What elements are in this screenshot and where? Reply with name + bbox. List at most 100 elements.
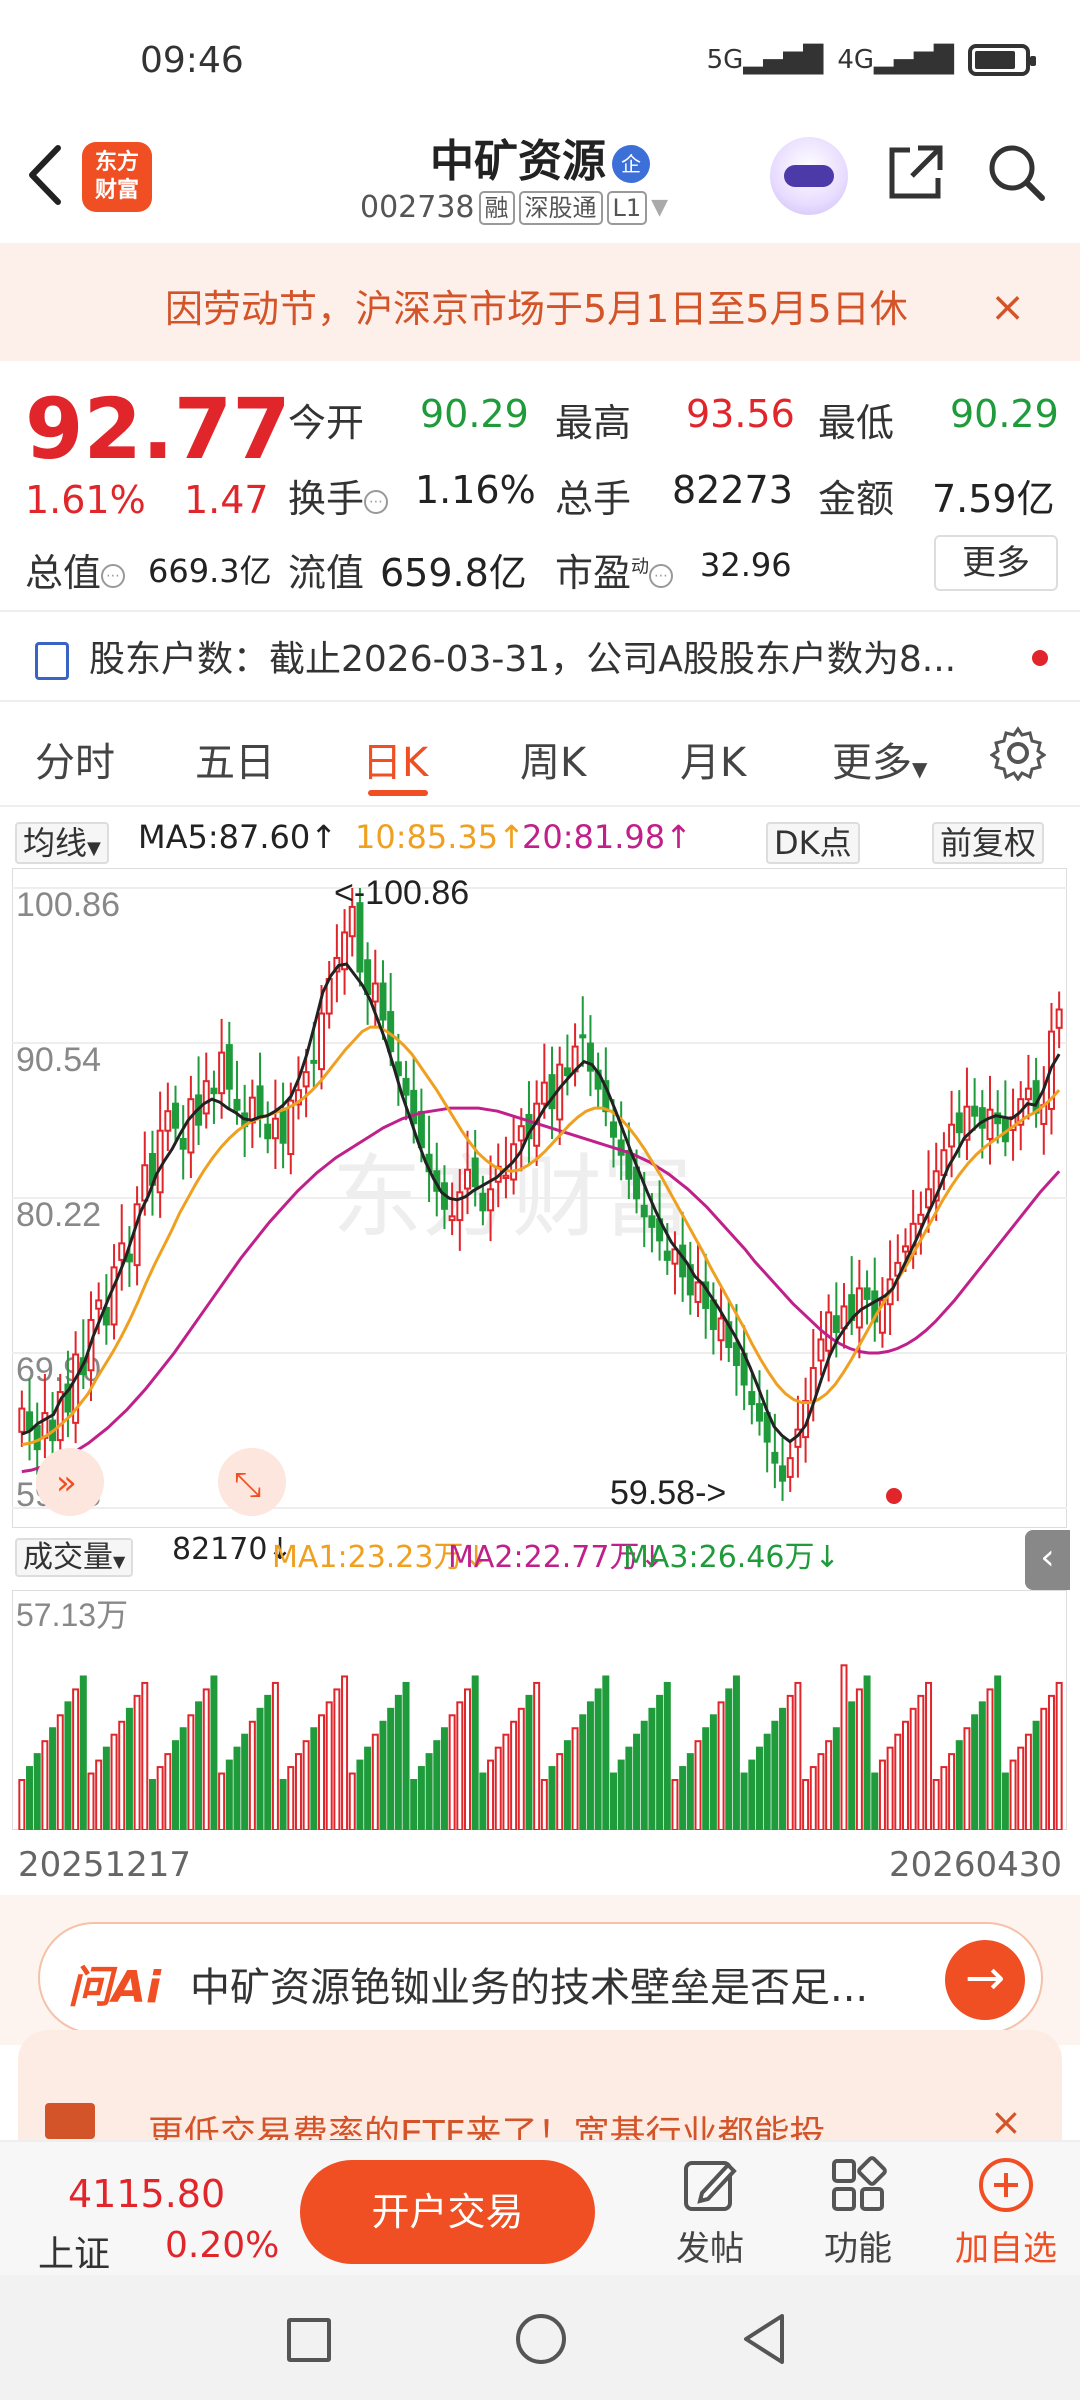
tab-daily-k[interactable]: 日K <box>362 730 428 788</box>
volume-bar <box>133 1694 141 1830</box>
volume-bar <box>878 1759 886 1830</box>
volume-chart[interactable]: 57.13万 <box>12 1590 1067 1830</box>
tab-intraday[interactable]: 分时 <box>35 730 115 788</box>
volume-bar <box>356 1759 364 1830</box>
candle-body <box>548 1074 556 1110</box>
add-watchlist-button[interactable]: 加自选 <box>951 2155 1061 2270</box>
low-value: 90.29 <box>950 392 1059 436</box>
open-account-button[interactable]: 开户交易 <box>300 2160 595 2264</box>
index-percent[interactable]: 0.20% <box>165 2225 279 2266</box>
change-amount: 1.47 <box>184 478 269 522</box>
back-arrow-icon[interactable] <box>22 140 72 210</box>
dk-point-button[interactable]: DK点 <box>766 818 860 864</box>
home-icon[interactable] <box>516 2314 566 2364</box>
index-name[interactable]: 上证 <box>38 2225 110 2277</box>
index-value[interactable]: 4115.80 <box>68 2172 225 2216</box>
volume-bar <box>125 1707 133 1830</box>
volume-bar <box>901 1720 909 1830</box>
pe-label: 市盈动 ⋯ <box>555 542 674 597</box>
candle-body <box>464 1168 472 1190</box>
candle-body <box>202 1080 210 1115</box>
app-logo[interactable]: 东方 财富 <box>82 142 152 212</box>
volume-bar <box>179 1727 187 1830</box>
candle-body <box>625 1149 633 1180</box>
close-icon[interactable]: × <box>990 2100 1022 2144</box>
volume-label: 总手 <box>555 477 632 521</box>
candle-body <box>18 1407 26 1433</box>
gear-icon[interactable] <box>990 725 1046 781</box>
candle-body <box>26 1411 34 1431</box>
volume-bar <box>1017 1746 1025 1830</box>
volume-bar <box>971 1714 979 1830</box>
candle-body <box>1024 1087 1032 1101</box>
ai-question-text: 中矿资源铯铷业务的技术壁垒是否足... <box>190 1965 869 2011</box>
tab-weekly-k[interactable]: 周K <box>520 730 586 788</box>
plus-circle-icon <box>979 2158 1033 2212</box>
volume-bar <box>694 1740 702 1830</box>
tab-five-day[interactable]: 五日 <box>195 730 275 788</box>
candle-body <box>579 1034 587 1039</box>
candle-body <box>732 1342 740 1367</box>
ma-selector[interactable]: 均线▼ <box>15 818 109 864</box>
ai-robot-icon[interactable] <box>770 137 848 215</box>
volume-bar <box>33 1753 41 1830</box>
tab-monthly-k[interactable]: 月K <box>680 730 746 788</box>
candle-body <box>156 1129 164 1194</box>
candle-body <box>694 1281 702 1303</box>
candle-body <box>986 1108 994 1140</box>
volume-bar <box>540 1779 548 1830</box>
candle-body <box>817 1338 825 1362</box>
volume-bar <box>256 1707 264 1830</box>
document-icon <box>35 642 69 680</box>
volume-bar <box>917 1694 925 1830</box>
volume-bar <box>87 1772 95 1830</box>
tab-more[interactable]: 更多▼ <box>832 730 927 788</box>
share-icon[interactable] <box>884 140 948 204</box>
volume-bar <box>49 1727 57 1830</box>
function-button[interactable]: 功能 <box>803 2155 913 2270</box>
shareholder-news[interactable]: 股东户数：截止2026-03-31，公司A股股东户数为8... <box>35 630 1015 682</box>
volume-bar <box>118 1720 126 1830</box>
volume-bar <box>533 1681 541 1830</box>
volume-bar <box>325 1701 333 1830</box>
volume-bar <box>994 1675 1002 1830</box>
candle-body <box>832 1315 840 1333</box>
last-price: 92.77 <box>25 380 291 478</box>
volume-bar <box>510 1720 518 1830</box>
volume-bar <box>333 1688 341 1830</box>
volume-bar <box>886 1746 894 1830</box>
candle-body <box>371 982 379 1003</box>
volume-bar <box>241 1733 249 1830</box>
volume-bar <box>894 1733 902 1830</box>
open-label: 今开 <box>288 401 365 445</box>
stock-code-row[interactable]: 002738 融 深股通 L1 ▼ <box>360 190 668 225</box>
amount-label: 金额 <box>818 477 895 521</box>
edit-icon <box>684 2161 737 2211</box>
volume-bar <box>855 1688 863 1830</box>
divider <box>0 805 1080 807</box>
volume-bar <box>195 1701 203 1830</box>
adjust-button[interactable]: 前复权 <box>932 818 1045 864</box>
float-label: 流值 <box>288 551 365 595</box>
close-icon[interactable]: × <box>990 282 1025 331</box>
volume-bar <box>755 1746 763 1830</box>
collapse-arrow-icon[interactable]: ‹ <box>1025 1530 1070 1590</box>
more-quote-button[interactable]: 更多 <box>934 535 1058 591</box>
volume-bar <box>1001 1772 1009 1830</box>
candle-body <box>164 1110 172 1132</box>
volume-bar <box>625 1746 633 1830</box>
post-button[interactable]: 发帖 <box>655 2155 765 2270</box>
search-icon[interactable] <box>984 140 1048 204</box>
volume-bar <box>556 1753 564 1830</box>
volume-bar <box>233 1746 241 1830</box>
candle-body <box>279 1110 287 1144</box>
volume-bar <box>433 1740 441 1830</box>
back-icon[interactable] <box>740 2312 790 2366</box>
volume-selector[interactable]: 成交量▼ <box>15 1532 134 1577</box>
arrow-right-icon[interactable]: → <box>945 1940 1025 2020</box>
volume-bar <box>210 1675 218 1830</box>
candle-body <box>233 1098 241 1111</box>
candlestick-chart[interactable]: 100.8690.5480.2269.9059.58东方财富<-100.8659… <box>12 868 1067 1528</box>
recent-apps-icon[interactable] <box>287 2318 331 2362</box>
candle-body <box>356 902 364 973</box>
